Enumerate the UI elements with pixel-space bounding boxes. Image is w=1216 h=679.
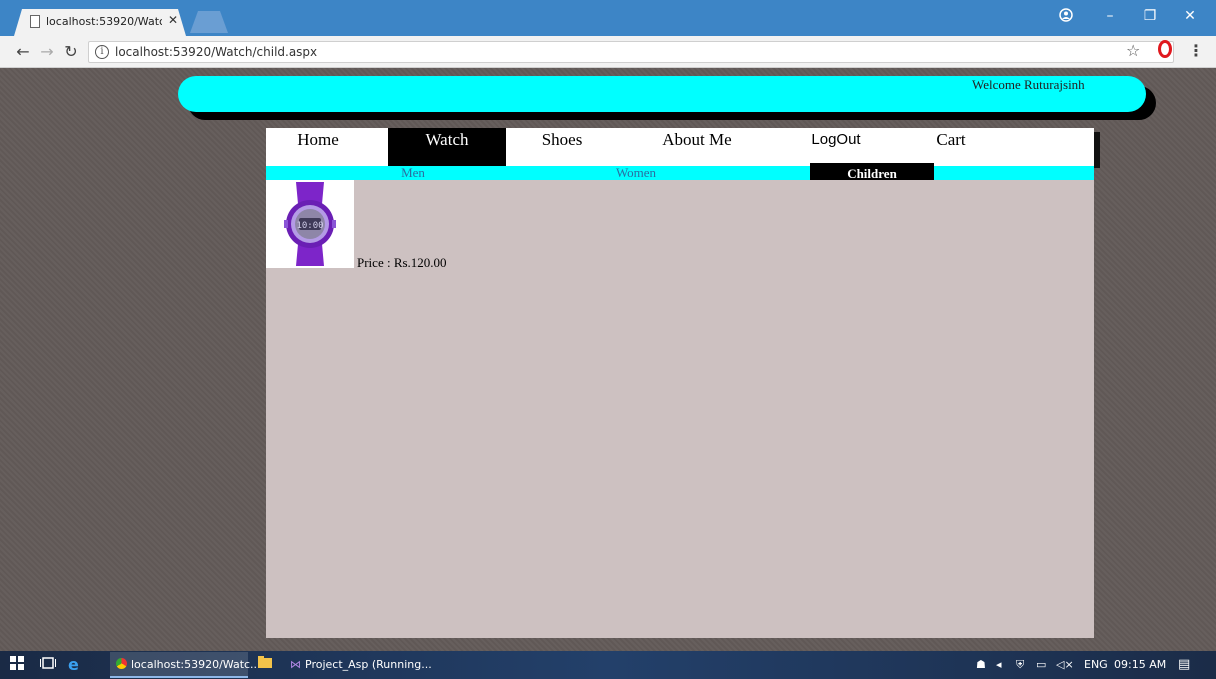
taskbar-app-label: Project_Asp (Running... <box>305 658 432 671</box>
reload-icon[interactable]: ↻ <box>62 43 80 61</box>
notification-icon[interactable]: ▤ <box>1178 656 1190 674</box>
minimize-icon[interactable]: – <box>1098 8 1122 24</box>
product-price: Price : Rs.120.00 <box>357 255 447 270</box>
nav-cart[interactable]: Cart <box>916 128 986 166</box>
browser-titlebar: localhost:53920/Watch/c ✕ – ❐ ✕ <box>0 0 1216 36</box>
main-nav: Home Watch Shoes About Me LogOut Cart <box>266 128 1094 166</box>
address-bar[interactable]: i localhost:53920/Watch/child.aspx <box>88 41 1174 63</box>
taskbar-app-chrome[interactable]: localhost:53920/Watc... <box>110 652 261 678</box>
browser-tab[interactable]: localhost:53920/Watch/c ✕ <box>14 9 186 36</box>
opera-extension-icon[interactable] <box>1158 40 1172 58</box>
restore-icon[interactable]: ❐ <box>1138 8 1162 24</box>
welcome-text: Welcome Ruturajsinh <box>972 77 1085 92</box>
url-text[interactable]: localhost:53920/Watch/child.aspx <box>115 45 317 59</box>
volume-muted-icon[interactable]: ◁× <box>1056 656 1074 674</box>
new-tab-button[interactable] <box>190 11 228 33</box>
menu-icon[interactable]: ⋮ <box>1188 41 1204 60</box>
clock[interactable]: 09:15 AM <box>1114 656 1166 674</box>
info-icon[interactable]: i <box>95 45 109 59</box>
taskbar-app-label: localhost:53920/Watc... <box>131 658 261 671</box>
bookmark-star-icon[interactable]: ☆ <box>1126 41 1140 60</box>
edge-browser-icon[interactable]: e <box>68 656 79 674</box>
watch-image-icon: 10:00 <box>266 180 354 268</box>
nav-shoes[interactable]: Shoes <box>516 128 608 166</box>
language-indicator[interactable]: ENG <box>1084 656 1108 674</box>
taskbar: e localhost:53920/Watc... ⋈ Project_Asp (… <box>0 651 1216 679</box>
wifi-icon[interactable]: ▭ <box>1036 656 1046 674</box>
nav-about-me[interactable]: About Me <box>642 128 752 166</box>
task-view-icon[interactable] <box>40 656 56 674</box>
nav-home[interactable]: Home <box>266 128 370 166</box>
close-tab-icon[interactable]: ✕ <box>168 13 178 27</box>
close-window-icon[interactable]: ✕ <box>1178 8 1202 24</box>
tab-title: localhost:53920/Watch/c <box>46 15 162 28</box>
nav-watch[interactable]: Watch <box>388 128 506 166</box>
svg-text:10:00: 10:00 <box>296 221 323 231</box>
product-image[interactable]: 10:00 <box>266 180 354 268</box>
chrome-icon <box>116 658 127 669</box>
profile-icon[interactable] <box>1054 8 1078 26</box>
windows-start-icon[interactable] <box>10 656 24 674</box>
page-body: Welcome Ruturajsinh Home Watch Shoes Abo… <box>0 68 1216 651</box>
browser-toolbar: ← → ↻ i localhost:53920/Watch/child.aspx <box>0 36 1216 68</box>
security-icon[interactable]: ⛨ <box>1016 656 1024 674</box>
page-icon <box>30 15 40 28</box>
file-explorer-icon[interactable] <box>258 656 272 674</box>
visual-studio-icon: ⋈ <box>290 658 301 671</box>
product-area: 10:00 Price : Rs.120.00 <box>266 180 1094 638</box>
network-icon[interactable]: ☗ <box>976 656 986 674</box>
nav-logout[interactable]: LogOut <box>796 128 876 166</box>
chevron-left-icon[interactable]: ◂ <box>996 656 1002 674</box>
taskbar-app-visual-studio[interactable]: ⋈ Project_Asp (Running... <box>284 652 432 678</box>
forward-icon[interactable]: → <box>38 43 56 61</box>
back-icon[interactable]: ← <box>14 43 32 61</box>
